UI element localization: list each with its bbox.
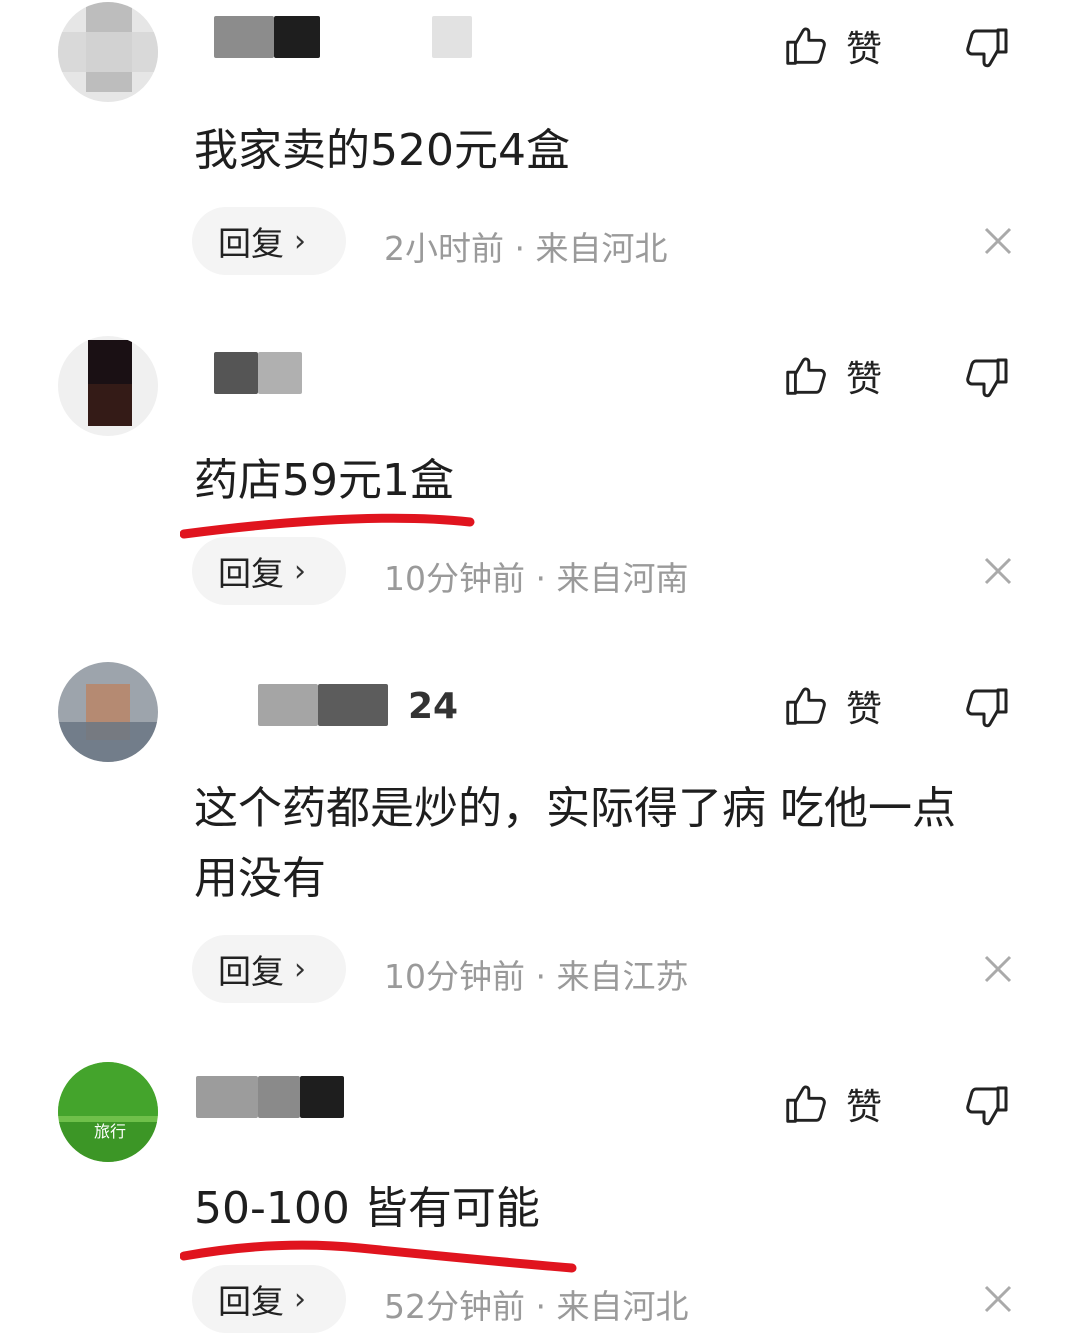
avatar[interactable]: 旅行: [58, 1062, 158, 1162]
comment-item: 旅行 赞 50-100 皆有可能 回复 › 52分钟前 · 来自河北: [0, 0, 1079, 1340]
reply-button[interactable]: 回复 ›: [192, 1265, 346, 1333]
avatar-text: 旅行: [94, 1122, 127, 1141]
dislike-button[interactable]: [964, 1082, 1014, 1132]
comment-time: 52分钟前: [384, 1287, 525, 1326]
close-icon: [984, 1285, 1012, 1313]
thumbs-down-icon: [966, 1086, 1008, 1126]
thumbs-up-icon: [786, 1085, 826, 1123]
meta-separator: ·: [525, 1287, 557, 1326]
like-button[interactable]: 赞: [782, 1078, 902, 1130]
reply-label: 回复: [218, 1282, 284, 1321]
username[interactable]: [196, 1076, 496, 1126]
comment-meta: 52分钟前 · 来自河北: [384, 1280, 688, 1328]
like-label: 赞: [846, 1087, 883, 1128]
chevron-right-icon: ›: [294, 1281, 306, 1317]
comment-location: 来自河北: [556, 1287, 689, 1326]
close-button[interactable]: [982, 1283, 1014, 1315]
